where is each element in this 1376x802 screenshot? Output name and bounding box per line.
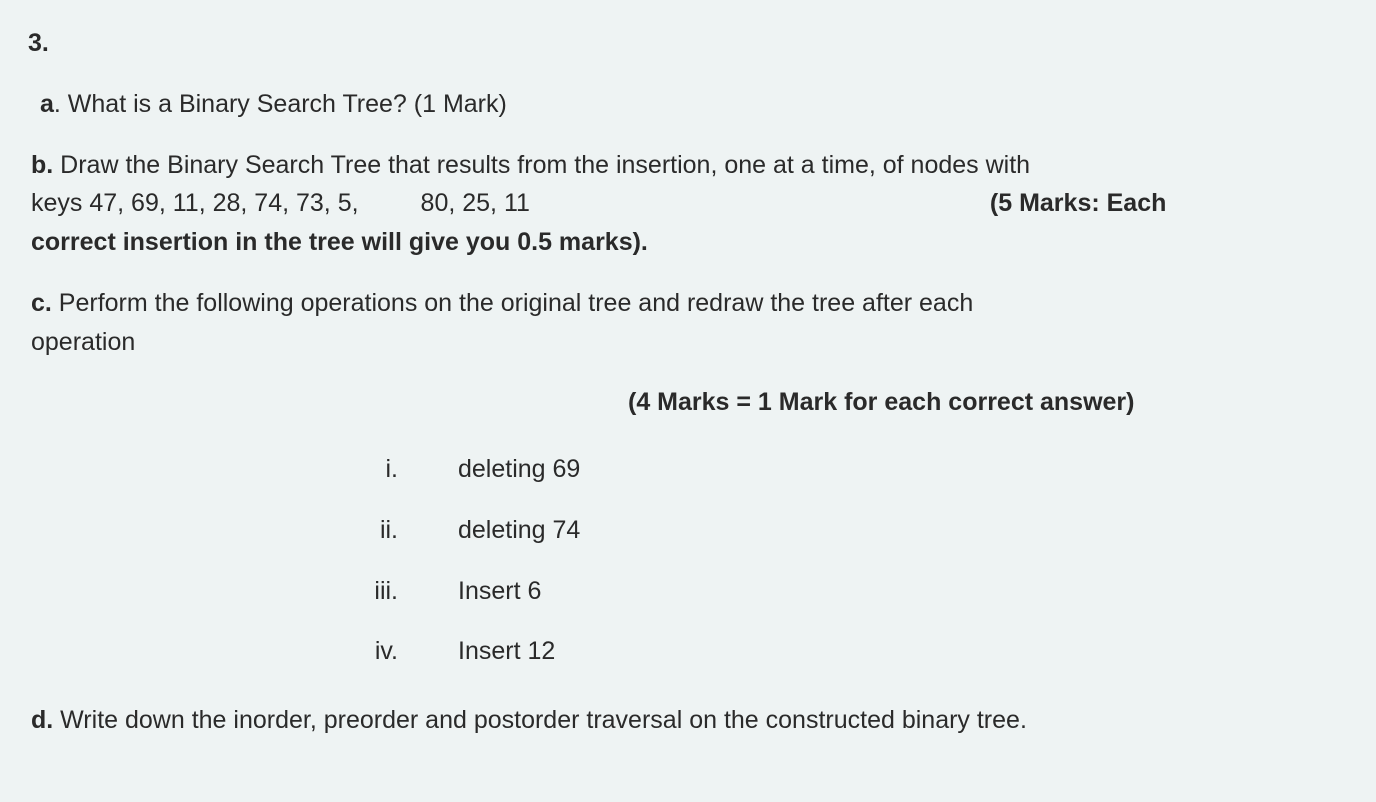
part-a-text: . What is a Binary Search Tree? (1 Mark) — [54, 90, 507, 118]
list-item-number: ii. — [338, 511, 458, 550]
part-b-line1: b. Draw the Binary Search Tree that resu… — [31, 146, 1348, 185]
part-b-keys1: keys 47, 69, 11, 28, 74, 73, 5, — [31, 189, 359, 217]
part-b-line3: correct insertion in the tree will give … — [31, 223, 1348, 262]
part-c-line1: c. Perform the following operations on t… — [31, 284, 1348, 323]
part-b-marks: (5 Marks: Each — [990, 189, 1166, 217]
part-b-label: b. — [31, 151, 53, 179]
part-b-line1-text: Draw the Binary Search Tree that results… — [53, 151, 1030, 179]
document-page: 3. a. What is a Binary Search Tree? (1 M… — [0, 0, 1376, 740]
list-item-text: deleting 74 — [458, 511, 580, 550]
part-d-text: Write down the inorder, preorder and pos… — [53, 706, 1027, 734]
part-d-label: d. — [31, 706, 53, 734]
part-c: c. Perform the following operations on t… — [28, 284, 1348, 362]
part-c-operations-list: i. deleting 69 ii. deleting 74 iii. Inse… — [338, 450, 1348, 671]
part-b-line2: keys 47, 69, 11, 28, 74, 73, 5, 80, 25, 1… — [31, 184, 1348, 223]
list-item-text: deleting 69 — [458, 450, 580, 489]
list-item-number: i. — [338, 450, 458, 489]
part-b: b. Draw the Binary Search Tree that resu… — [28, 146, 1348, 262]
list-item: iii. Insert 6 — [338, 572, 1348, 611]
part-c-label: c. — [31, 289, 52, 317]
list-item: i. deleting 69 — [338, 450, 1348, 489]
q-number-text: 3. — [28, 29, 49, 57]
list-item-text: Insert 12 — [458, 632, 555, 671]
part-c-line2: operation — [31, 323, 1348, 362]
part-b-keys2: 80, 25, 11 — [421, 189, 530, 217]
part-c-marks-line: (4 Marks = 1 Mark for each correct answe… — [28, 383, 1348, 422]
list-item: iv. Insert 12 — [338, 632, 1348, 671]
part-d: d. Write down the inorder, preorder and … — [28, 701, 1348, 740]
list-item: ii. deleting 74 — [338, 511, 1348, 550]
question-number: 3. — [28, 24, 1348, 63]
part-a-label: a — [40, 90, 54, 118]
part-c-line1-text: Perform the following operations on the … — [52, 289, 973, 317]
part-a: a. What is a Binary Search Tree? (1 Mark… — [28, 85, 1348, 124]
list-item-number: iv. — [338, 632, 458, 671]
list-item-number: iii. — [338, 572, 458, 611]
list-item-text: Insert 6 — [458, 572, 541, 611]
